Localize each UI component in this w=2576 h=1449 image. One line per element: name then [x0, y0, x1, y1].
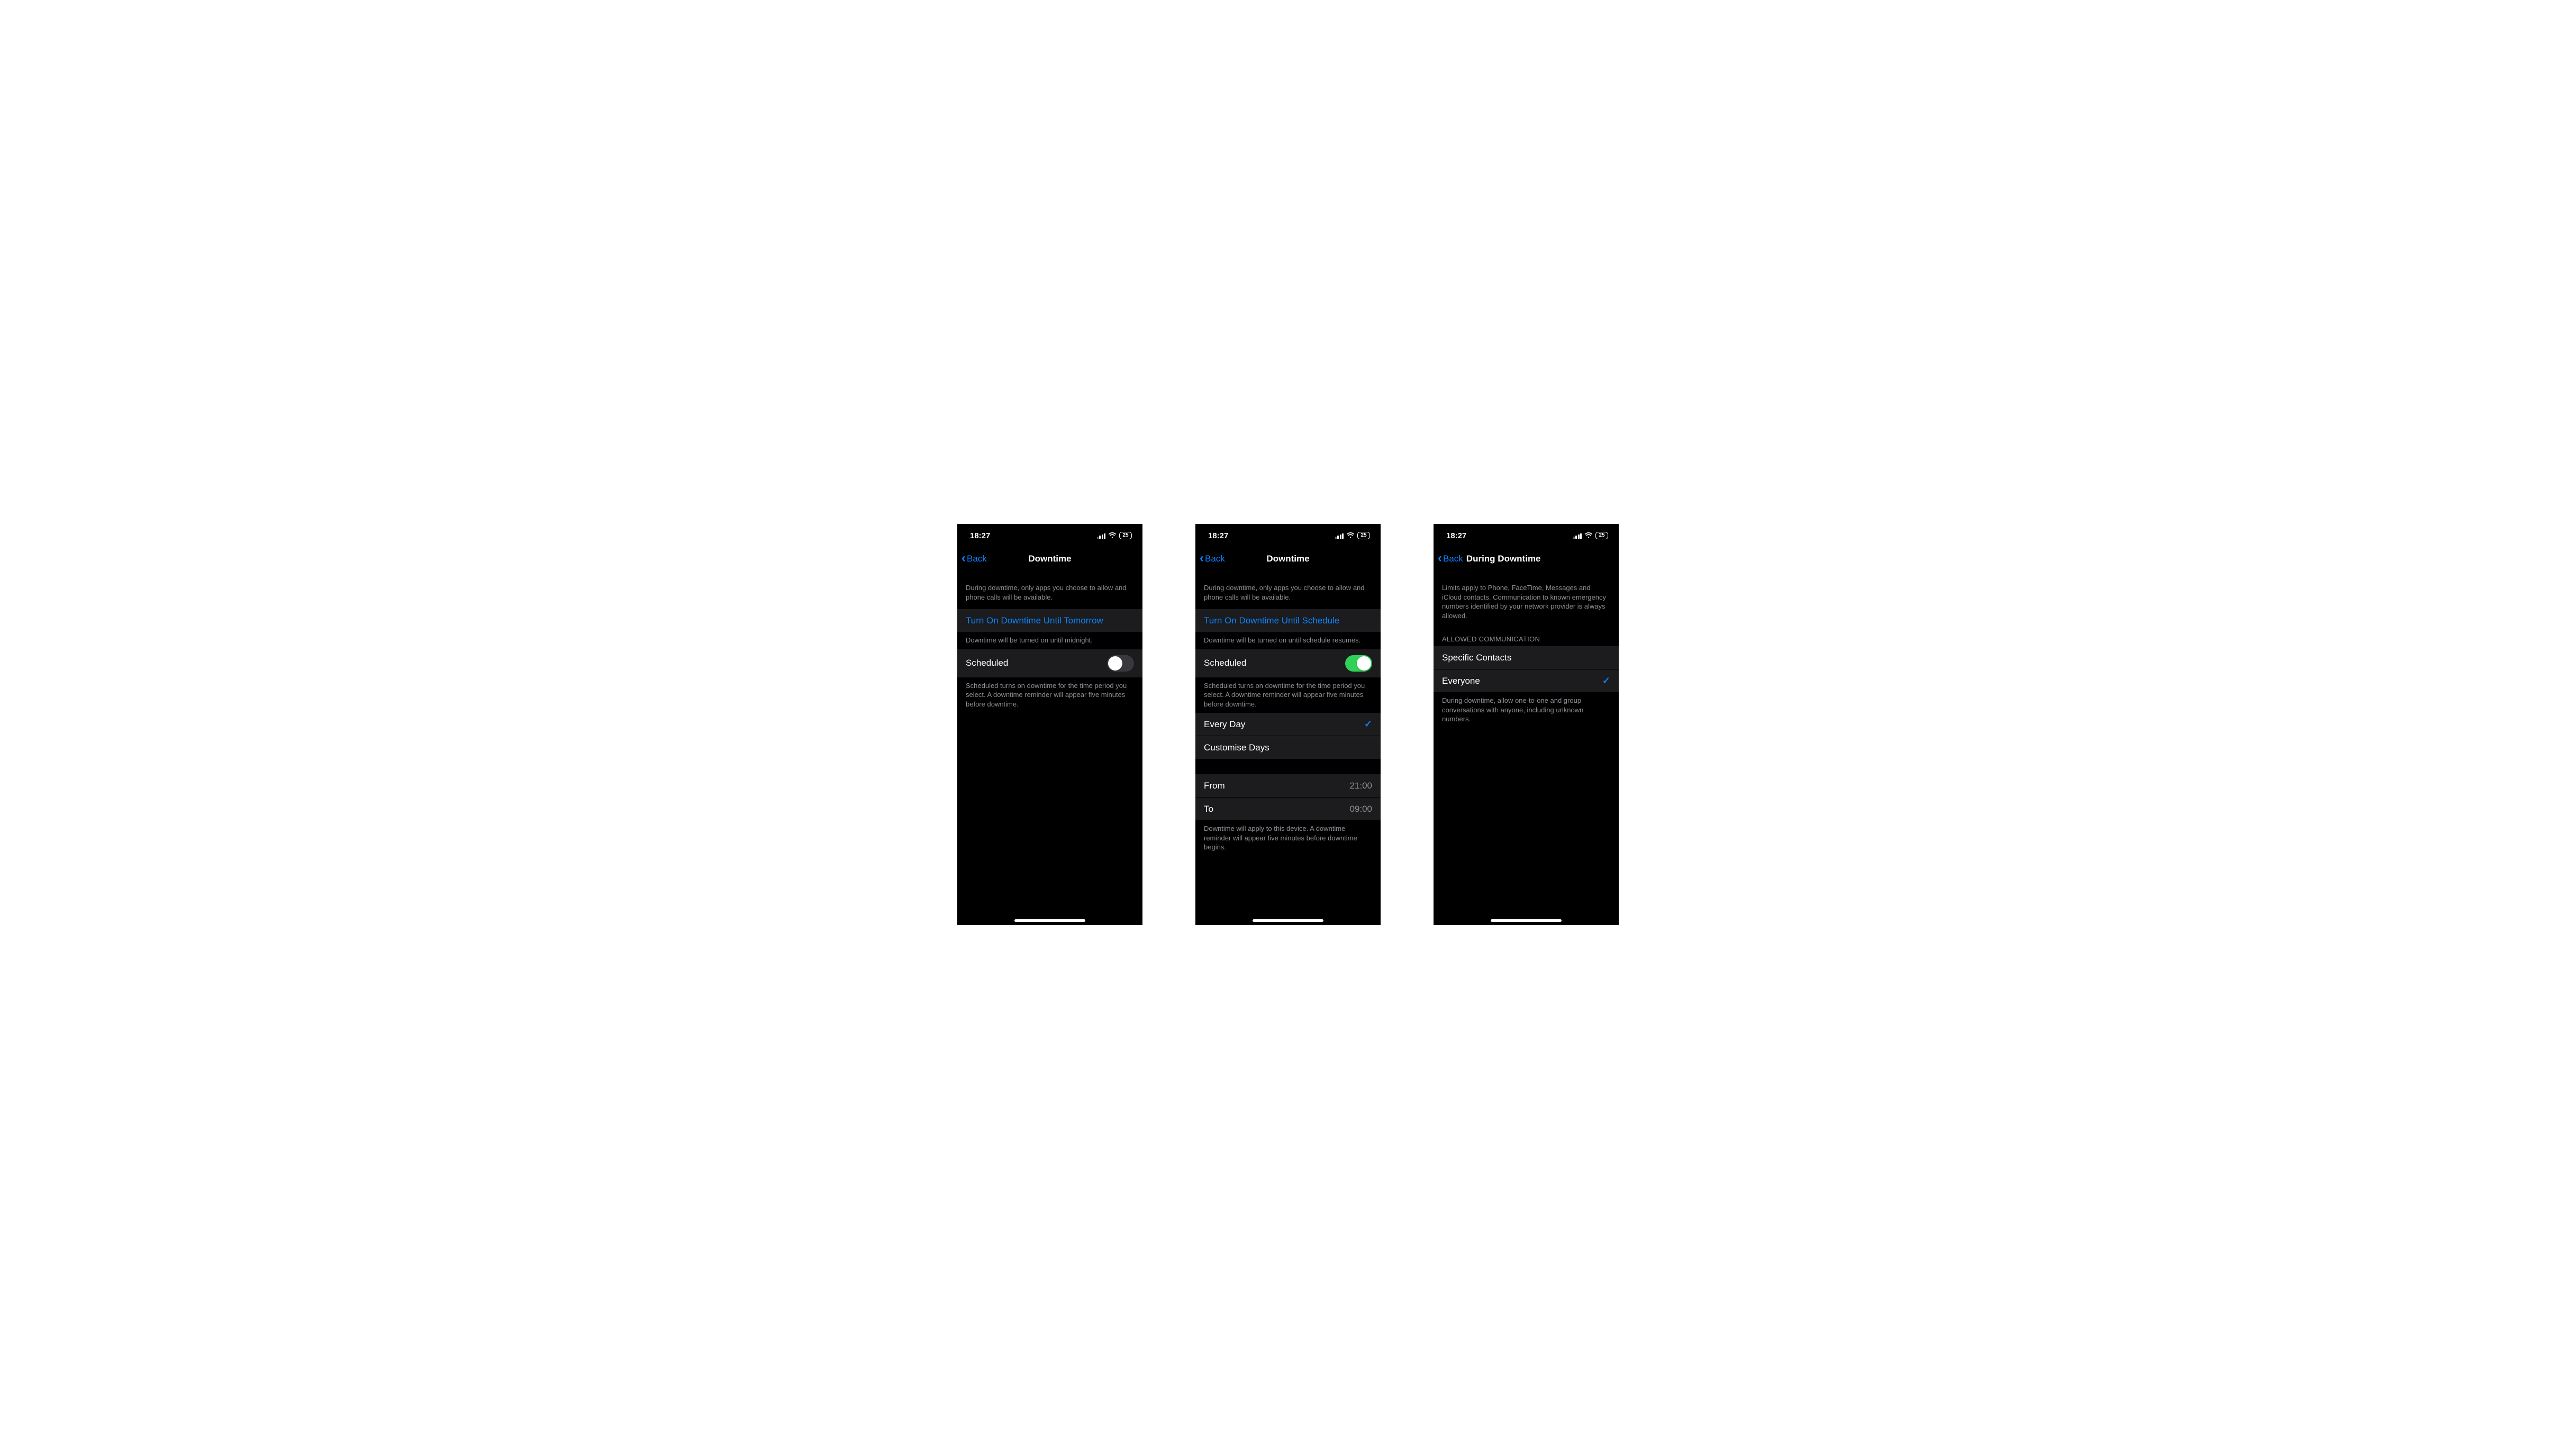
scheduled-row[interactable]: Scheduled — [1195, 649, 1381, 678]
specific-contacts-row[interactable]: Specific Contacts — [1434, 646, 1619, 669]
back-label: Back — [1443, 554, 1463, 564]
back-button[interactable]: ‹ Back — [962, 553, 987, 565]
battery-icon: 25 — [1119, 532, 1132, 539]
to-label: To — [1204, 804, 1213, 814]
status-right: 25 — [1573, 532, 1609, 539]
every-day-row[interactable]: Every Day ✓ — [1195, 713, 1381, 736]
chevron-left-icon: ‹ — [1438, 552, 1442, 565]
status-bar: 18:27 25 — [1195, 524, 1381, 547]
every-day-label: Every Day — [1204, 719, 1245, 730]
cellular-signal-icon — [1573, 533, 1582, 539]
time-caption: Downtime will apply to this device. A do… — [1195, 821, 1381, 856]
battery-icon: 25 — [1357, 532, 1370, 539]
scheduled-toggle[interactable] — [1107, 655, 1134, 672]
everyone-label: Everyone — [1442, 676, 1480, 686]
status-time: 18:27 — [1446, 531, 1466, 540]
home-indicator[interactable] — [1014, 919, 1085, 922]
content: During downtime, only apps you choose to… — [957, 570, 1142, 925]
phone-screen-2: 18:27 25 ‹ Back Downtime During downtime… — [1195, 524, 1381, 925]
everyone-row[interactable]: Everyone ✓ — [1434, 669, 1619, 693]
everyone-caption: During downtime, allow one-to-one and gr… — [1434, 693, 1619, 728]
turn-on-label: Turn On Downtime Until Schedule — [1204, 615, 1339, 626]
customise-days-label: Customise Days — [1204, 742, 1269, 753]
phone-screen-1: 18:27 25 ‹ Back Downtime During downtime… — [957, 524, 1142, 925]
to-row[interactable]: To 09:00 — [1195, 798, 1381, 821]
back-button[interactable]: ‹ Back — [1438, 553, 1463, 565]
section-header-allowed-communication: ALLOWED COMMUNICATION — [1434, 628, 1619, 646]
turn-on-downtime-button[interactable]: Turn On Downtime Until Tomorrow — [957, 609, 1142, 632]
intro-text: During downtime, only apps you choose to… — [957, 570, 1142, 609]
status-time: 18:27 — [1208, 531, 1228, 540]
home-indicator[interactable] — [1491, 919, 1562, 922]
scheduled-label: Scheduled — [966, 658, 1008, 668]
phones-row: 18:27 25 ‹ Back Downtime During downtime… — [957, 524, 1619, 925]
checkmark-icon: ✓ — [1364, 719, 1372, 730]
page-title: During Downtime — [1466, 554, 1541, 564]
customise-days-row[interactable]: Customise Days — [1195, 736, 1381, 759]
wifi-icon — [1346, 532, 1355, 539]
content: Limits apply to Phone, FaceTime, Message… — [1434, 570, 1619, 925]
from-value: 21:00 — [1349, 781, 1372, 791]
wifi-icon — [1584, 532, 1593, 539]
from-label: From — [1204, 781, 1225, 791]
turn-on-caption: Downtime will be turned on until schedul… — [1195, 632, 1381, 649]
back-button[interactable]: ‹ Back — [1200, 553, 1225, 565]
status-bar: 18:27 25 — [957, 524, 1142, 547]
status-right: 25 — [1335, 532, 1371, 539]
specific-contacts-label: Specific Contacts — [1442, 653, 1511, 663]
cellular-signal-icon — [1097, 533, 1106, 539]
wifi-icon — [1108, 532, 1117, 539]
scheduled-label: Scheduled — [1204, 658, 1246, 668]
status-bar: 18:27 25 — [1434, 524, 1619, 547]
chevron-left-icon: ‹ — [962, 552, 966, 565]
nav-bar: ‹ Back Downtime — [957, 547, 1142, 570]
nav-bar: ‹ Back During Downtime — [1434, 547, 1619, 570]
section-gap — [1195, 759, 1381, 774]
scheduled-caption: Scheduled turns on downtime for the time… — [957, 678, 1142, 713]
scheduled-toggle[interactable] — [1345, 655, 1372, 672]
from-row[interactable]: From 21:00 — [1195, 774, 1381, 798]
turn-on-caption: Downtime will be turned on until midnigh… — [957, 632, 1142, 649]
to-value: 09:00 — [1349, 804, 1372, 814]
checkmark-icon: ✓ — [1602, 675, 1610, 686]
content: During downtime, only apps you choose to… — [1195, 570, 1381, 925]
intro-text: Limits apply to Phone, FaceTime, Message… — [1434, 570, 1619, 628]
back-label: Back — [1205, 554, 1225, 564]
home-indicator[interactable] — [1253, 919, 1323, 922]
status-time: 18:27 — [970, 531, 990, 540]
chevron-left-icon: ‹ — [1200, 552, 1204, 565]
intro-text: During downtime, only apps you choose to… — [1195, 570, 1381, 609]
scheduled-row[interactable]: Scheduled — [957, 649, 1142, 678]
cellular-signal-icon — [1335, 533, 1344, 539]
back-label: Back — [967, 554, 987, 564]
turn-on-downtime-button[interactable]: Turn On Downtime Until Schedule — [1195, 609, 1381, 632]
nav-bar: ‹ Back Downtime — [1195, 547, 1381, 570]
phone-screen-3: 18:27 25 ‹ Back During Downtime Limits a… — [1434, 524, 1619, 925]
status-right: 25 — [1097, 532, 1132, 539]
scheduled-caption: Scheduled turns on downtime for the time… — [1195, 678, 1381, 713]
battery-icon: 25 — [1595, 532, 1608, 539]
turn-on-label: Turn On Downtime Until Tomorrow — [966, 615, 1103, 626]
